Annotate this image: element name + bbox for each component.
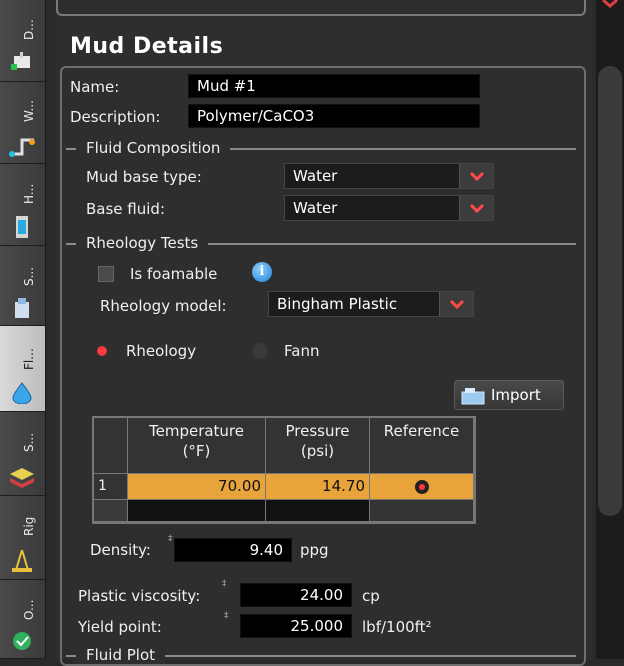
chevron-down-icon — [470, 171, 484, 181]
tab-d-label: D... — [22, 19, 36, 40]
rheology-radio-label: Rheology — [126, 342, 197, 360]
plastic-viscosity-label: Plastic viscosity: — [78, 587, 201, 605]
pressure-cell[interactable]: 14.70 — [266, 474, 370, 500]
import-icon — [461, 388, 485, 405]
is-foamable-checkbox[interactable] — [98, 266, 114, 282]
rheology-tests-title: Rheology Tests — [76, 234, 209, 252]
pressure-header-line1: Pressure — [285, 422, 350, 440]
density-label: Density: — [90, 541, 151, 559]
close-icon[interactable] — [600, 0, 620, 12]
temperature-header[interactable]: Temperature (°F) — [128, 418, 266, 474]
pressure-header[interactable]: Pressure (psi) — [266, 418, 370, 474]
tab-rig-label: Rig — [22, 516, 36, 536]
reference-cell[interactable] — [370, 474, 474, 500]
rheology-model-dropdown-arrow[interactable] — [439, 292, 473, 316]
mud-base-type-value: Water — [293, 167, 338, 185]
plastic-viscosity-indicator: ‡ — [222, 579, 227, 589]
yield-point-label: Yield point: — [78, 618, 162, 636]
tab-o-label: O... — [22, 599, 36, 620]
new-row-index[interactable] — [94, 500, 128, 522]
tab-fluids-label: Fl... — [22, 348, 36, 370]
mud-base-type-dropdown-arrow[interactable] — [459, 164, 493, 188]
plastic-viscosity-unit: cp — [362, 587, 380, 605]
new-row-reference[interactable] — [370, 500, 474, 522]
import-label: Import — [491, 386, 541, 404]
operations-icon — [13, 632, 31, 650]
is-foamable-label: Is foamable — [130, 265, 218, 283]
info-icon[interactable]: i — [252, 262, 272, 282]
rheology-model-label: Rheology model: — [100, 297, 227, 315]
density-unit: ppg — [300, 541, 329, 559]
plastic-viscosity-field[interactable]: 24.00 — [240, 583, 352, 607]
fluid-composition-title: Fluid Composition — [76, 139, 231, 157]
yield-point-unit: lbf/100ft² — [362, 618, 432, 636]
corner-header — [94, 418, 128, 474]
rheology-model-select[interactable]: Bingham Plastic — [268, 291, 474, 317]
reference-header[interactable]: Reference — [370, 418, 474, 474]
tab-w-label: W... — [22, 100, 36, 122]
mud-base-type-label: Mud base type: — [86, 168, 202, 186]
tab-o[interactable]: O... — [0, 580, 45, 659]
pressure-header-line2: (psi) — [300, 442, 335, 460]
yield-point-field[interactable]: 25.000 — [240, 614, 352, 638]
base-fluid-value: Water — [293, 199, 338, 217]
name-label: Name: — [70, 78, 120, 96]
top-frame — [56, 0, 586, 16]
chevron-down-icon — [470, 203, 484, 213]
reference-header-line1: Reference — [383, 422, 460, 440]
temperature-header-line2: (°F) — [182, 442, 211, 460]
name-field[interactable]: Mud #1 — [188, 74, 480, 98]
fann-radio-label: Fann — [284, 342, 320, 360]
base-fluid-select[interactable]: Water — [284, 195, 494, 221]
temperature-cell[interactable]: 70.00 — [128, 474, 266, 500]
yield-point-indicator: ‡ — [224, 611, 229, 621]
description-label: Description: — [70, 108, 161, 126]
new-row-pressure[interactable] — [266, 500, 370, 522]
new-row-temperature[interactable] — [128, 500, 266, 522]
description-field[interactable]: Polymer/CaCO3 — [188, 104, 480, 128]
tab-s2-label: S... — [22, 432, 36, 452]
mud-base-type-select[interactable]: Water — [284, 163, 494, 189]
page-title: Mud Details — [70, 34, 224, 59]
density-indicator: ‡ — [168, 534, 173, 544]
rheology-model-value: Bingham Plastic — [277, 295, 398, 313]
fluid-plot-title: Fluid Plot — [76, 646, 166, 664]
base-fluid-dropdown-arrow[interactable] — [459, 196, 493, 220]
scrollbar-thumb[interactable] — [598, 66, 622, 516]
chevron-down-icon — [450, 299, 464, 309]
tab-h-label: H... — [22, 183, 36, 204]
import-button[interactable]: Import — [454, 380, 564, 410]
vertical-tab-strip: D... W... H... S... Fl... S... Rig O... — [0, 0, 46, 659]
fann-radio[interactable] — [252, 343, 268, 359]
mud-details-panel: Mud Details Name: Mud #1 Description: Po… — [56, 0, 592, 666]
temperature-header-line1: Temperature — [148, 422, 245, 440]
rheology-radio[interactable] — [94, 343, 110, 359]
density-field[interactable]: 9.40 — [174, 538, 292, 562]
tab-s1-label: S... — [22, 266, 36, 286]
base-fluid-label: Base fluid: — [86, 200, 165, 218]
rheology-table: Temperature (°F) Pressure (psi) Referenc… — [92, 416, 476, 524]
reference-radio-icon — [415, 480, 429, 494]
row-index[interactable]: 1 — [94, 474, 128, 500]
